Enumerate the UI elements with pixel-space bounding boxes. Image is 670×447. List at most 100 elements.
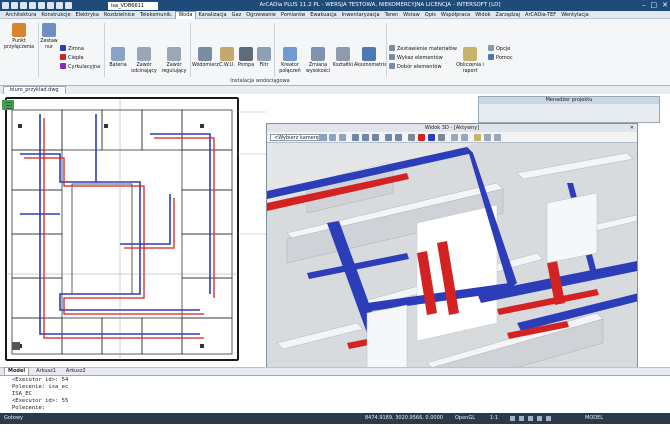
kreator-polaczen-button[interactable]: Kreator połączeń [276, 47, 304, 74]
ribbon-panel: Punkt przyłączenia Zestaw nur Zimna Ciep… [0, 19, 670, 86]
orbit-icon[interactable] [352, 134, 359, 141]
manager-title: Menadżer projektu [479, 97, 659, 104]
ciepla-button[interactable]: Ciepła [60, 54, 84, 62]
maximize-button[interactable]: □ [651, 1, 658, 10]
cwu-button[interactable]: C.W.U. [218, 47, 236, 69]
file-name-box[interactable]: isa_VDB6611 [108, 2, 158, 10]
settings-icon[interactable] [65, 2, 72, 9]
redo-icon[interactable] [56, 2, 63, 9]
table-icon [389, 45, 395, 51]
zoom-icon[interactable] [319, 134, 326, 141]
tab-wsp-praca[interactable]: Współpraca [438, 11, 472, 19]
hot-pipe-icon [60, 54, 66, 60]
tab-ogrzewanie[interactable]: Ogrzewanie [244, 11, 279, 19]
fly-icon[interactable] [372, 134, 379, 141]
save-icon[interactable] [29, 2, 36, 9]
polar-icon[interactable] [537, 416, 542, 421]
cyrkulacyjna-button[interactable]: Cyrkulacyjna [60, 63, 100, 71]
zimna-button[interactable]: Zimna [60, 45, 84, 53]
tab-ewakuacja[interactable]: Ewakuacja [308, 11, 340, 19]
view-icon[interactable] [385, 134, 392, 141]
tab-telekomunik[interactable]: Telekomunik. [137, 11, 175, 19]
app-icon[interactable] [2, 2, 9, 9]
aksonometria-button[interactable]: Aksonometria [354, 47, 387, 69]
command-input[interactable]: Polecenie: [12, 405, 658, 412]
tab-arcadia-tef[interactable]: ArCADia-TEF [523, 11, 559, 19]
document-tab[interactable]: biuro_przyklad.dwg [3, 86, 66, 94]
zestaw-rur-button[interactable]: Zestaw nur [40, 23, 58, 50]
layers-icon[interactable] [438, 134, 445, 141]
project-manager-panel[interactable]: Menadżer projektu [478, 96, 660, 123]
obliczenia-raport-button[interactable]: Obliczenia i raport [456, 47, 484, 74]
water-meter-icon [198, 47, 212, 61]
tab-zarz-dzaj[interactable]: Zarządzaj [493, 11, 523, 19]
tab-wentylacja[interactable]: Wentylacja [559, 11, 591, 19]
view3d-title: Widok 3D - [Aktywny] [424, 125, 480, 131]
command-history-line: <Executor id>: 55 [12, 398, 69, 404]
pan-icon[interactable] [329, 134, 336, 141]
minimize-button[interactable]: – [642, 1, 646, 10]
zmiana-wysokosci-button[interactable]: Zmiana wysokości [304, 47, 332, 74]
punkt-przylaczenia-button[interactable]: Punkt przyłączenia [4, 23, 34, 50]
walk-icon[interactable] [362, 134, 369, 141]
tab-woda[interactable]: Woda [175, 11, 196, 19]
grid-icon[interactable] [519, 416, 524, 421]
bateria-button[interactable]: Bateria [107, 47, 129, 69]
hot-filter-icon[interactable] [418, 134, 425, 141]
rotate-icon[interactable] [339, 134, 346, 141]
osnap-icon[interactable] [546, 416, 551, 421]
undo-icon[interactable] [47, 2, 54, 9]
pompa-button[interactable]: Pompa [237, 47, 255, 69]
tab-arkusz1[interactable]: Arkusz1 [33, 368, 59, 375]
tab-rozdzielnice[interactable]: Rozdzielnice [101, 11, 137, 19]
view3d-close-icon[interactable]: ✕ [630, 124, 634, 132]
tab-wstaw[interactable]: Wstaw [401, 11, 423, 19]
dobor-elementow-button[interactable]: Dobór elementów [389, 63, 442, 71]
tab-arkusz2[interactable]: Arkusz2 [63, 368, 89, 375]
cold-filter-icon[interactable] [428, 134, 435, 141]
tab-kanalizacja[interactable]: Kanalizacja [196, 11, 229, 19]
snap-icon[interactable] [510, 416, 515, 421]
texture-icon[interactable] [461, 134, 468, 141]
wykaz-elementow-button[interactable]: Wykaz elementów [389, 54, 443, 62]
open-icon[interactable] [20, 2, 27, 9]
status-bar: Gotowy 8474.9189, 3020.9566, 0.0000 Open… [0, 413, 670, 424]
tab-architektura[interactable]: Architektura [3, 11, 39, 19]
zawor-regulujacy-button[interactable]: Zawór regulujący [160, 47, 188, 74]
options3d-icon[interactable] [494, 134, 501, 141]
pomoc-button[interactable]: Pomoc [488, 54, 513, 62]
zestawienie-materialow-button[interactable]: Zestawienie materiałów [389, 45, 457, 53]
opcje-button[interactable]: Opcje [488, 45, 510, 53]
wodomierz-button[interactable]: Wodomierz [192, 47, 219, 69]
ksztaltki-button[interactable]: Kształtki [332, 47, 354, 69]
ribbon-group-label: Instalacja wodociągowa [230, 78, 290, 84]
light-icon[interactable] [451, 134, 458, 141]
tab-konstrukcje[interactable]: Konstrukcje [39, 11, 73, 19]
view3d-window[interactable]: Widok 3D - [Aktywny] ✕ <Wybierz kamerę> [266, 123, 638, 395]
ortho-icon[interactable] [528, 416, 533, 421]
tab-inwentaryzacja[interactable]: Inwentaryzacja [339, 11, 382, 19]
wireframe-icon[interactable] [408, 134, 415, 141]
tab-pomiar-w[interactable]: Pomiarów [278, 11, 307, 19]
export-icon[interactable] [484, 134, 491, 141]
model-indicator[interactable]: MODEL [585, 413, 603, 424]
tab-opis[interactable]: Opis [422, 11, 438, 19]
new-icon[interactable] [11, 2, 18, 9]
layout-tabs: Model Arkusz1 Arkusz2 [0, 367, 670, 376]
tab-elektryka[interactable]: Elektryka [73, 11, 101, 19]
command-line[interactable]: <Executor id>: 54 Polecenie: isa_ec ISA_… [0, 375, 670, 413]
zawor-odcinajacy-button[interactable]: Zawór odcinający [130, 47, 158, 74]
fittings-icon [336, 47, 350, 61]
render-icon[interactable] [474, 134, 481, 141]
tab-teren[interactable]: Teren [382, 11, 400, 19]
section-icon[interactable] [395, 134, 402, 141]
print-icon[interactable] [38, 2, 45, 9]
filtr-button[interactable]: Filtr [256, 47, 272, 69]
tab-widok[interactable]: Widok [473, 11, 493, 19]
close-button[interactable]: ✕ [662, 1, 668, 10]
opengl-indicator[interactable]: OpenGL [455, 413, 475, 424]
quick-access-toolbar[interactable] [2, 2, 72, 10]
tab-gaz[interactable]: Gaz [229, 11, 244, 19]
scale-indicator[interactable]: 1:1 [490, 413, 498, 424]
regulating-valve-icon [167, 47, 181, 61]
